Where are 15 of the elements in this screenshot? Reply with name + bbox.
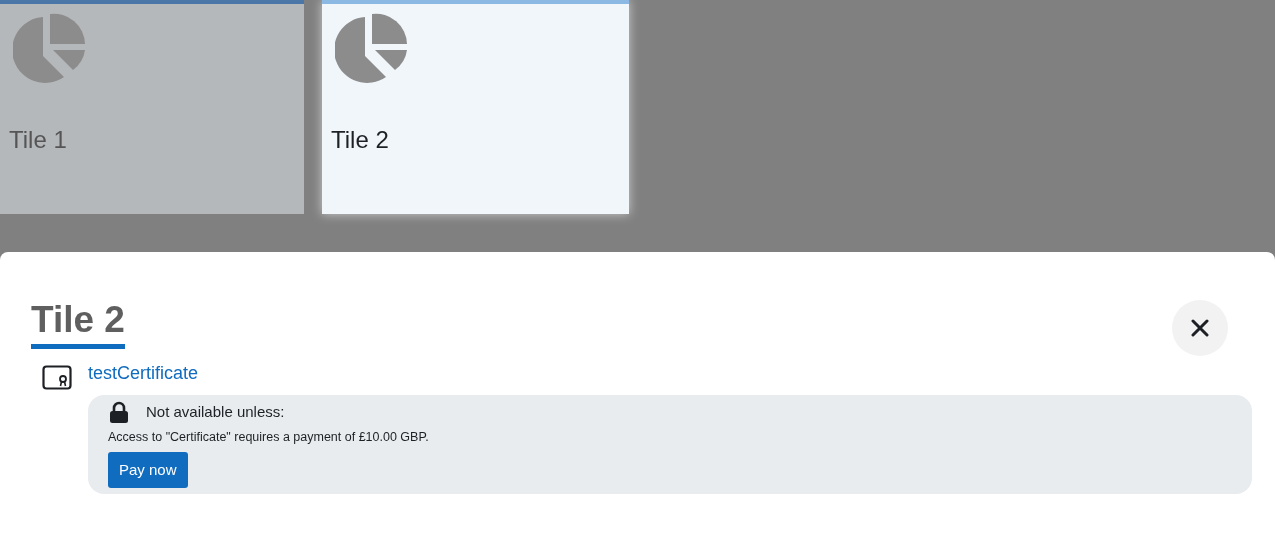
sheet-title: Tile 2 bbox=[31, 300, 125, 349]
tile[interactable]: Tile 1 bbox=[0, 0, 304, 214]
tile-label: Tile 2 bbox=[331, 125, 390, 155]
restriction-heading: Not available unless: bbox=[146, 402, 285, 422]
tile-label: Tile 1 bbox=[9, 125, 68, 155]
certificate-icon bbox=[42, 365, 72, 391]
close-icon bbox=[1191, 319, 1209, 337]
pie-chart-icon bbox=[13, 12, 87, 84]
close-button[interactable] bbox=[1172, 300, 1228, 356]
activity-link[interactable]: testCertificate bbox=[88, 361, 199, 385]
pay-now-button[interactable]: Pay now bbox=[108, 452, 188, 489]
pie-chart-icon bbox=[335, 12, 409, 84]
tile[interactable]: Tile 2 bbox=[322, 0, 629, 214]
restriction-message: Access to "Certificate" requires a payment of £10.00 GBP. bbox=[108, 428, 430, 446]
lock-icon bbox=[108, 401, 130, 424]
